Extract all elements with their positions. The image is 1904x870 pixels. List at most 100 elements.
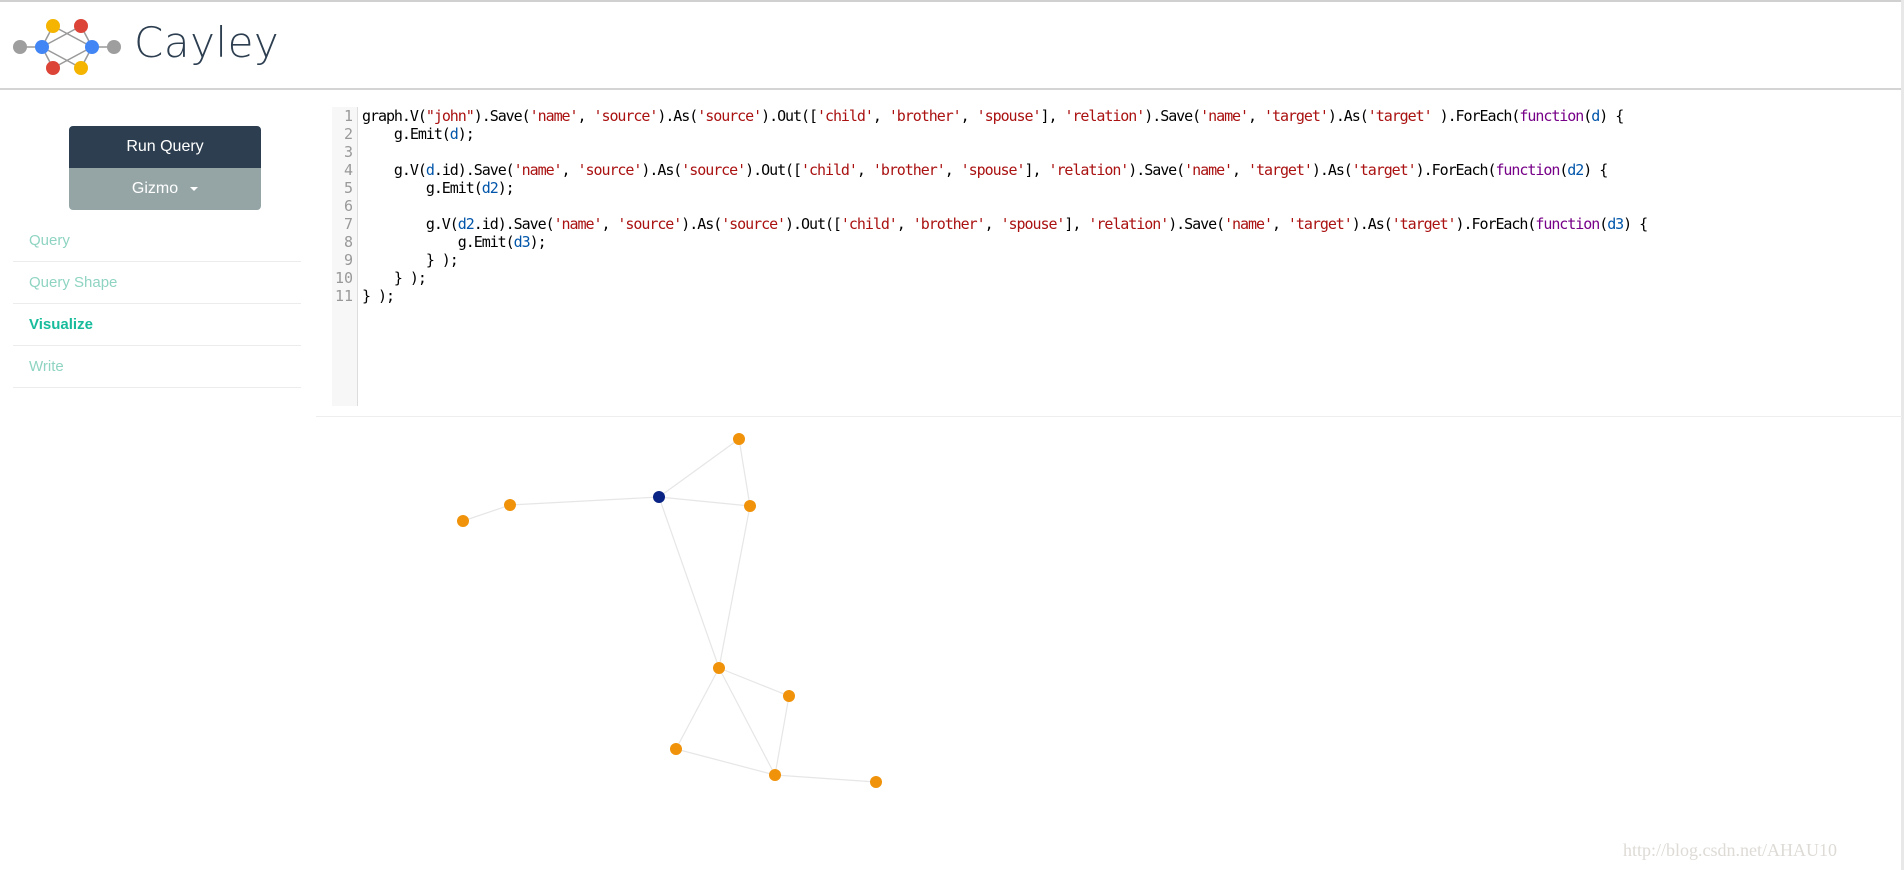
line-number-gutter: 1 2 3 4 5 6 7 8 9 10 11 [332, 107, 358, 406]
graph-node[interactable] [769, 769, 781, 781]
code-token: .id).Save( [473, 215, 555, 233]
code-token: ).As( [681, 215, 722, 233]
code-token: , [601, 215, 618, 233]
code-line: } ); [362, 251, 1647, 269]
sidebar-item-label: Query Shape [29, 274, 118, 291]
code-token: ).As( [657, 107, 698, 125]
line-number: 9 [343, 251, 353, 269]
code-token: g.Emit( [362, 179, 483, 197]
code-line: g.V(d.id).Save('name', 'source').As('sou… [362, 161, 1647, 179]
graph-node[interactable] [744, 500, 756, 512]
code-token: ).Save( [1168, 215, 1225, 233]
graph-node[interactable] [504, 499, 516, 511]
string-token: 'name' [513, 161, 563, 179]
string-token: 'child' [840, 215, 898, 233]
code-line: graph.V("john").Save('name', 'source').A… [362, 107, 1647, 125]
string-token: 'source' [593, 107, 658, 125]
string-token: 'brother' [872, 161, 946, 179]
string-token: 'source' [577, 161, 643, 179]
code-token: ); [529, 233, 547, 251]
run-query-label: Run Query [126, 138, 204, 155]
graph-node[interactable] [783, 690, 795, 702]
keyword-token: function [1519, 107, 1584, 125]
sidebar-item-query[interactable]: Query [13, 220, 301, 262]
graph-node[interactable] [670, 743, 682, 755]
string-token: 'spouse' [960, 161, 1026, 179]
graph-edges [462, 438, 877, 783]
string-token: 'relation' [1088, 215, 1169, 233]
code-token: .id).Save( [433, 161, 515, 179]
code-token: ); [497, 179, 515, 197]
code-line: g.Emit(d); [362, 125, 1647, 143]
line-number: 10 [334, 269, 353, 287]
code-token: ).Save( [473, 107, 531, 125]
string-token: 'target' [1351, 161, 1417, 179]
line-number: 11 [334, 287, 353, 305]
sidebar-item-write[interactable]: Write [13, 346, 301, 388]
code-token: ).Save( [1144, 107, 1201, 125]
line-number: 3 [343, 143, 353, 161]
variable-token: d3 [1607, 215, 1624, 233]
keyword-token: function [1535, 215, 1600, 233]
string-token: 'name' [1224, 215, 1273, 233]
string-token: 'name' [1184, 161, 1233, 179]
graph-node[interactable] [733, 433, 745, 445]
line-number: 8 [343, 233, 353, 251]
code-token: g.V( [362, 215, 459, 233]
graph-node[interactable] [713, 662, 725, 674]
code-line: g.Emit(d2); [362, 179, 1647, 197]
query-language-dropdown[interactable]: Gizmo [69, 168, 261, 210]
string-token: 'child' [816, 107, 874, 125]
graph-node[interactable] [457, 515, 469, 527]
string-token: 'relation' [1048, 161, 1129, 179]
code-line: g.V(d2.id).Save('name', 'source').As('so… [362, 215, 1648, 233]
sidebar-item-label: Visualize [29, 316, 93, 333]
line-number: 5 [343, 179, 353, 197]
variable-token: d2 [1567, 161, 1584, 179]
visualization-graph[interactable] [0, 417, 1900, 870]
code-content[interactable]: graph.V("john").Save('name', 'source').A… [362, 107, 1648, 305]
graph-edge [738, 438, 751, 507]
code-token: , [984, 215, 1001, 233]
code-token: ).Out([ [745, 161, 802, 179]
code-token: ).Out([ [785, 215, 842, 233]
line-number: 7 [343, 215, 353, 233]
string-token: 'name' [1200, 107, 1249, 125]
code-token: , [856, 161, 873, 179]
code-token: ], [1064, 215, 1089, 233]
code-token: g.V( [362, 161, 427, 179]
graph-edge [718, 505, 751, 669]
code-token: } ); [362, 269, 427, 287]
string-token: 'target' [1263, 107, 1329, 125]
query-editor[interactable]: 1 2 3 4 5 6 7 8 9 10 11 graph.V("john").Save('name… [332, 107, 1902, 406]
code-line: } ); [362, 287, 1647, 305]
app-title[interactable]: Cayley [134, 18, 279, 67]
string-token: 'spouse' [1000, 215, 1066, 233]
run-query-button[interactable]: Run Query [69, 126, 261, 168]
graph-edge [658, 438, 740, 498]
sidebar-item-query-shape[interactable]: Query Shape [13, 262, 301, 304]
string-token: 'name' [553, 215, 603, 233]
graph-node[interactable] [870, 776, 882, 788]
code-token: g.Emit( [362, 125, 451, 143]
sidebar-item-label: Query [29, 232, 70, 249]
code-token: , [1232, 161, 1249, 179]
code-token: , [960, 107, 977, 125]
query-button-group: Run Query Gizmo [69, 126, 261, 210]
sidebar-item-visualize[interactable]: Visualize [13, 304, 301, 346]
graph-edge [462, 504, 511, 522]
code-token: ).As( [1327, 107, 1369, 125]
code-token: ); [457, 125, 475, 143]
graph-edge [675, 667, 720, 750]
code-token: , [944, 161, 961, 179]
line-number: 2 [343, 125, 353, 143]
line-number: 6 [343, 197, 353, 215]
graph-edge [675, 748, 776, 776]
graph-root-node[interactable] [653, 491, 665, 503]
code-token: ], [1024, 161, 1049, 179]
code-token: ], [1040, 107, 1065, 125]
string-token: 'spouse' [976, 107, 1042, 125]
code-token: , [872, 107, 889, 125]
